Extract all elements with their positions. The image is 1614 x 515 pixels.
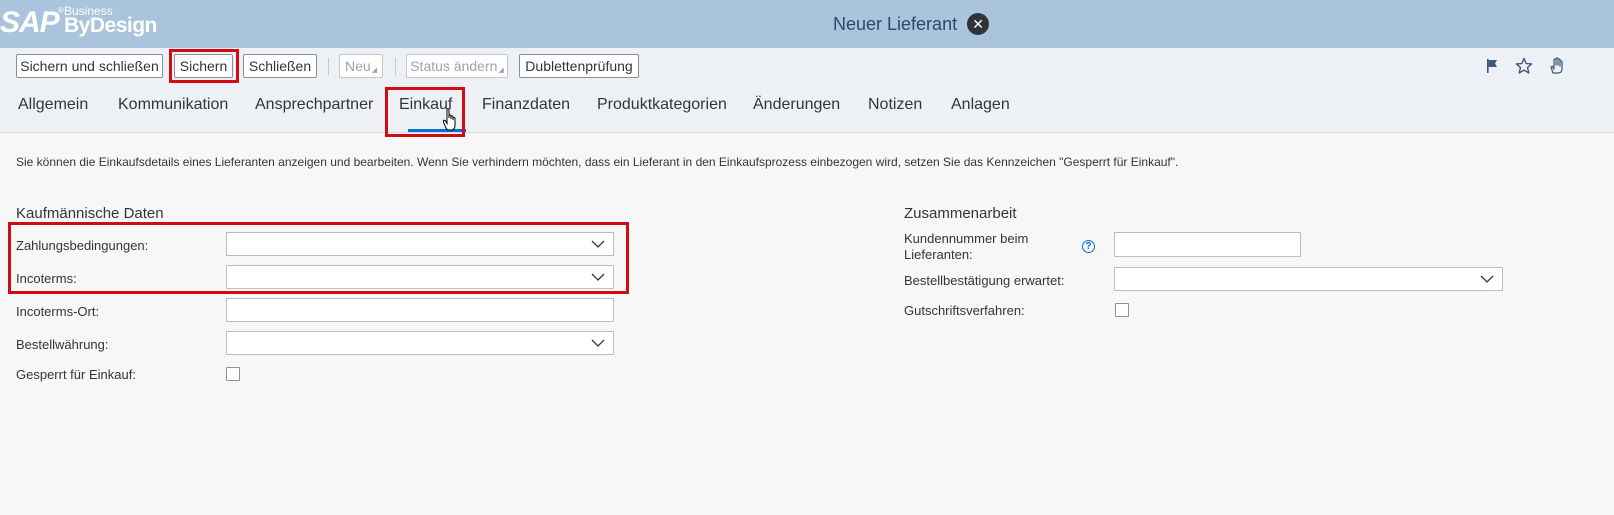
- incoterms-place-label: Incoterms-Ort:: [16, 304, 100, 319]
- page-title: Neuer Lieferant: [833, 13, 958, 34]
- dropdown-corner-icon: ◢: [371, 67, 378, 74]
- hand-icon[interactable]: [1546, 56, 1566, 76]
- flag-icon[interactable]: [1482, 56, 1502, 76]
- tab-aenderungen[interactable]: Änderungen: [753, 96, 840, 114]
- incoterms-place-input[interactable]: [226, 298, 614, 322]
- info-text: Sie können die Einkaufsdetails eines Lie…: [16, 155, 1179, 169]
- order-confirmation-label: Bestellbestätigung erwartet:: [904, 273, 1065, 288]
- section-title-commercial: Kaufmännische Daten: [16, 205, 164, 222]
- customer-number-input[interactable]: [1114, 232, 1301, 257]
- close-button[interactable]: Schließen: [243, 54, 317, 78]
- tab-notizen[interactable]: Notizen: [868, 96, 922, 114]
- logo-sap-text: SAP: [0, 6, 60, 39]
- change-status-button[interactable]: Status ändern ◢: [406, 54, 508, 78]
- section-title-collaboration: Zusammenarbeit: [904, 205, 1017, 222]
- close-circle-icon[interactable]: ✕: [967, 13, 990, 35]
- tab-finanzdaten[interactable]: Finanzdaten: [482, 96, 570, 114]
- new-button-label: Neu: [344, 58, 371, 74]
- star-icon[interactable]: [1514, 56, 1534, 76]
- save-and-close-button[interactable]: Sichern und schließen: [16, 54, 163, 78]
- tab-ansprechpartner[interactable]: Ansprechpartner: [255, 96, 373, 114]
- tab-allgemein[interactable]: Allgemein: [18, 96, 88, 114]
- blocked-purchasing-label: Gesperrt für Einkauf:: [16, 367, 136, 382]
- hand-cursor-icon: [442, 108, 458, 132]
- new-button[interactable]: Neu ◢: [339, 54, 383, 78]
- customer-number-label: Kundennummer beim Lieferanten:: [904, 231, 1029, 262]
- duplicate-check-button[interactable]: Dublettenprüfung: [519, 54, 639, 78]
- order-currency-dropdown[interactable]: [226, 331, 614, 355]
- dropdown-corner-icon: ◢: [498, 67, 504, 74]
- credit-memo-checkbox[interactable]: [1115, 303, 1129, 317]
- logo-bydesign-text: ByDesign: [64, 14, 157, 37]
- chevron-down-icon: [1480, 275, 1494, 283]
- tab-produktkategorien[interactable]: Produktkategorien: [597, 96, 727, 114]
- change-status-label: Status ändern: [410, 58, 498, 74]
- order-currency-label: Bestellwährung:: [16, 337, 109, 352]
- blocked-purchasing-checkbox[interactable]: [226, 367, 240, 381]
- save-button-highlight: [169, 49, 239, 83]
- shell-header: SAP ® Business ByDesign Neuer Lieferant …: [0, 0, 1614, 48]
- payment-incoterms-highlight: [8, 222, 629, 294]
- toolbar-separator: [328, 58, 329, 75]
- header-title-area: Neuer Lieferant ✕: [833, 8, 990, 40]
- help-icon[interactable]: ?: [1082, 240, 1095, 253]
- chevron-down-icon: [591, 339, 605, 347]
- order-confirmation-dropdown[interactable]: [1114, 267, 1503, 291]
- credit-memo-label: Gutschriftsverfahren:: [904, 303, 1025, 318]
- tab-anlagen[interactable]: Anlagen: [951, 96, 1010, 114]
- tab-kommunikation[interactable]: Kommunikation: [118, 96, 228, 114]
- toolbar-separator: [395, 58, 396, 75]
